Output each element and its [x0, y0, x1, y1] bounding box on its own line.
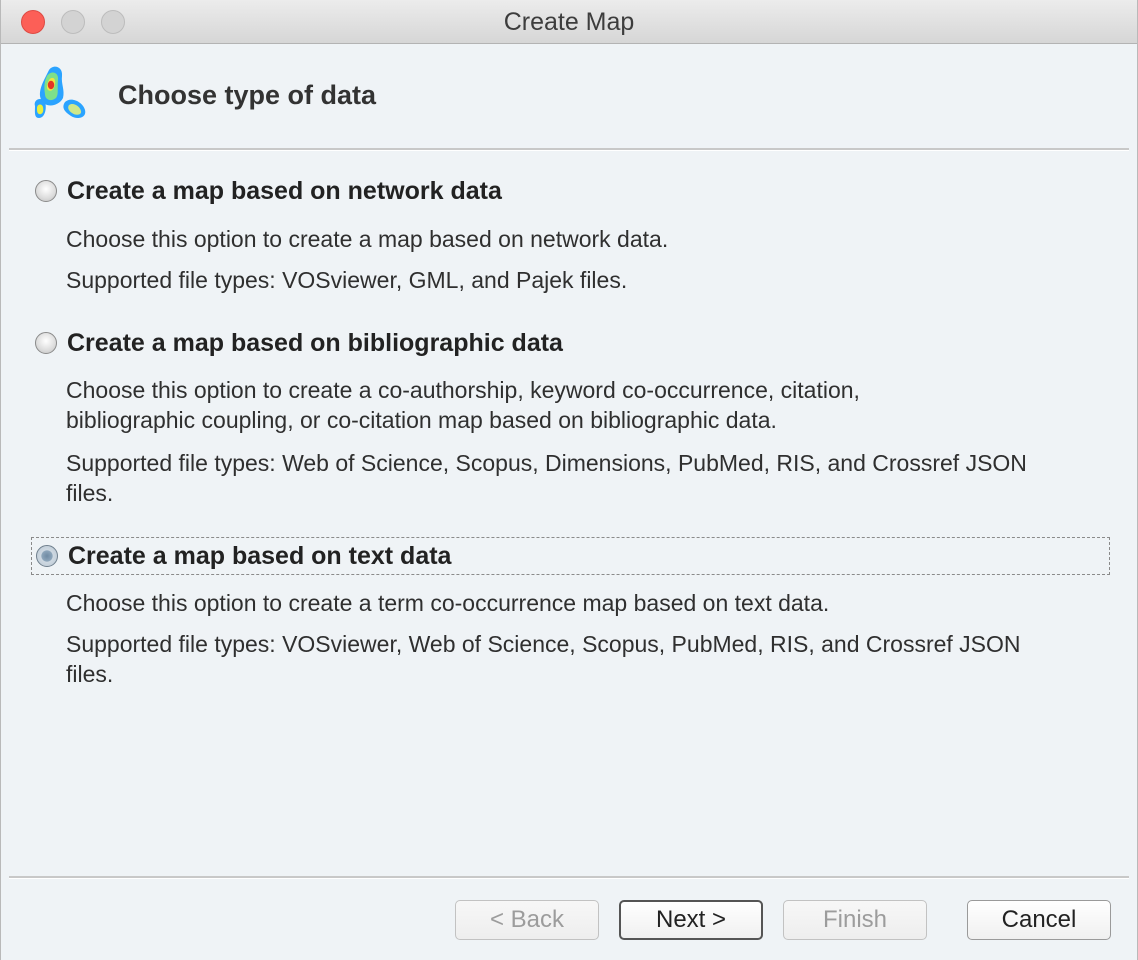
back-button[interactable]: < Back	[455, 900, 599, 940]
window-title: Create Map	[503, 8, 635, 36]
option-network-file-types: Supported file types: VOSviewer, GML, an…	[66, 267, 628, 293]
vosviewer-logo-icon	[34, 66, 86, 118]
option-bibliographic-description: Choose this option to create a co-author…	[66, 377, 860, 433]
page-title: Choose type of data	[118, 80, 377, 110]
option-text-description: Choose this option to create a term co-o…	[66, 590, 830, 616]
radio-text-data[interactable]	[36, 545, 58, 567]
header-divider	[9, 148, 1129, 151]
radio-bibliographic-data[interactable]	[35, 332, 57, 354]
create-map-dialog: Create Map Choose type of data Create a …	[0, 0, 1138, 960]
option-bibliographic-label: Create a map based on bibliographic data	[67, 328, 563, 357]
option-bibliographic-file-types: Supported file types: Web of Science, Sc…	[66, 450, 1027, 506]
radio-network-data[interactable]	[35, 180, 57, 202]
option-network-data[interactable]: Create a map based on network data	[31, 172, 502, 210]
cancel-button[interactable]: Cancel	[967, 900, 1111, 940]
option-text-data[interactable]: Create a map based on text data	[31, 537, 1110, 575]
option-bibliographic-data[interactable]: Create a map based on bibliographic data	[31, 324, 563, 362]
option-network-description: Choose this option to create a map based…	[66, 226, 669, 252]
next-button[interactable]: Next >	[619, 900, 763, 940]
footer-divider	[9, 876, 1129, 879]
title-bar[interactable]: Create Map	[1, 0, 1137, 44]
option-text-file-types: Supported file types: VOSviewer, Web of …	[66, 631, 1021, 687]
option-text-label: Create a map based on text data	[68, 541, 452, 570]
option-network-label: Create a map based on network data	[67, 176, 502, 205]
finish-button[interactable]: Finish	[783, 900, 927, 940]
